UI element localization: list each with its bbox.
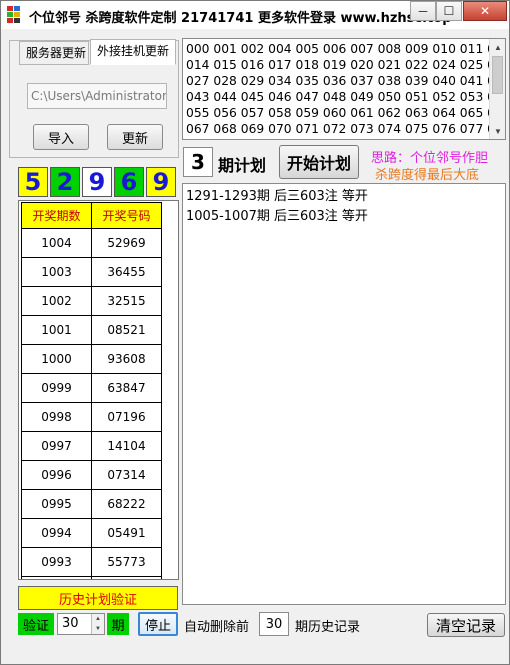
draw-number-cell: 08521 (91, 315, 162, 345)
draw-number-cell: 43570 (91, 576, 162, 579)
draw-number-cell: 93608 (91, 344, 162, 374)
tab-external-update[interactable]: 外接挂机更新 (90, 39, 176, 65)
tab-server-update[interactable]: 服务器更新 (19, 41, 89, 65)
number-line: 014 015 016 017 018 019 020 021 022 024 … (186, 58, 506, 72)
table-row[interactable]: 0995 68222 (21, 489, 162, 519)
digit-4: 6 (114, 167, 144, 197)
history-records-label: 期历史记录 (295, 620, 361, 635)
stepper-up-icon[interactable]: ▲ (91, 614, 104, 624)
title-bar: 个位邻号 杀跨度软件定制 21741741 更多软件登录 www.hzhsc.t… (1, 1, 509, 29)
plan-results-box[interactable]: 1291-1293期 后三603注 等开 1005-1007期 后三603注 等开 (182, 183, 506, 605)
period-cell: 0992 (21, 576, 92, 579)
number-line: 027 028 029 034 035 036 037 038 039 040 … (186, 74, 506, 88)
period-cell: 1004 (21, 228, 92, 258)
table-row[interactable]: 0997 14104 (21, 431, 162, 461)
stop-button[interactable]: 停止 (138, 612, 178, 636)
column-header-period: 开奖期数 (21, 202, 92, 229)
draw-number-cell: 07314 (91, 460, 162, 490)
digit-2: 2 (50, 167, 80, 197)
table-row[interactable]: 1004 52969 (21, 228, 162, 258)
table-row[interactable]: 0996 07314 (21, 460, 162, 490)
number-list-box[interactable]: 000 001 002 004 005 006 007 008 009 010 … (182, 38, 506, 140)
maximize-button[interactable]: ☐ (436, 1, 462, 21)
table-row[interactable]: 1000 93608 (21, 344, 162, 374)
period-cell: 0993 (21, 547, 92, 577)
period-cell: 0998 (21, 402, 92, 432)
maximize-icon: ☐ (443, 4, 455, 18)
number-line: 043 044 045 046 047 048 049 050 051 052 … (186, 90, 506, 104)
period-cell: 1003 (21, 257, 92, 287)
digit-1: 5 (18, 167, 48, 197)
app-logo-icon (7, 6, 23, 24)
result-line: 1005-1007期 后三603注 等开 (186, 209, 368, 224)
draw-number-cell: 05491 (91, 518, 162, 548)
table-row[interactable]: 0998 07196 (21, 402, 162, 432)
draw-history-table[interactable]: 开奖期数 开奖号码 1004 52969 1003 36455 1002 32515 100… (18, 200, 179, 580)
draw-number-cell: 14104 (91, 431, 162, 461)
plan-label: 期计划 (218, 156, 267, 175)
table-row[interactable]: 1001 08521 (21, 315, 162, 345)
stepper-down-icon[interactable]: ▼ (91, 624, 104, 634)
period-cell: 0996 (21, 460, 92, 490)
scroll-up-icon[interactable]: ▲ (490, 39, 505, 55)
keep-periods-input[interactable]: 30 (259, 612, 289, 636)
table-row[interactable]: 0994 05491 (21, 518, 162, 548)
minimize-icon: ─ (418, 4, 428, 18)
period-cell: 0997 (21, 431, 92, 461)
close-button[interactable]: ✕ (463, 1, 507, 21)
window-title: 个位邻号 杀跨度软件定制 21741741 更多软件登录 www.hzhsc.t… (29, 11, 452, 26)
scroll-down-icon[interactable]: ▼ (490, 123, 505, 139)
latest-draw-digits: 5 2 9 6 9 (18, 167, 178, 197)
number-list-text: 000 001 002 004 005 006 007 008 009 010 … (186, 41, 506, 137)
app-window: 个位邻号 杀跨度软件定制 21741741 更多软件登录 www.hzhsc.t… (0, 0, 510, 665)
import-button[interactable]: 导入 (33, 124, 89, 150)
period-unit-label: 期 (107, 613, 129, 635)
verify-periods-stepper[interactable]: 30 ▲ ▼ (57, 613, 105, 635)
table-row[interactable]: 0993 55773 (21, 547, 162, 577)
column-header-number: 开奖号码 (91, 202, 162, 229)
verify-periods-value[interactable]: 30 (62, 616, 79, 631)
file-path-field[interactable]: C:\Users\Administrator\ (27, 83, 167, 109)
period-cell: 0994 (21, 518, 92, 548)
digit-3: 9 (82, 167, 112, 197)
close-icon: ✕ (479, 4, 491, 18)
number-list-scrollbar[interactable]: ▲ ▼ (489, 39, 505, 139)
table-row[interactable]: 1002 32515 (21, 286, 162, 316)
draw-number-cell: 32515 (91, 286, 162, 316)
auto-delete-label: 自动删除前 (184, 620, 250, 635)
period-cell: 0995 (21, 489, 92, 519)
plan-count-field[interactable]: 3 (183, 147, 213, 177)
period-cell: 1001 (21, 315, 92, 345)
period-cell: 1000 (21, 344, 92, 374)
draw-number-cell: 55773 (91, 547, 162, 577)
plan-results-text: 1291-1293期 后三603注 等开 1005-1007期 后三603注 等开 (186, 187, 368, 227)
start-plan-button[interactable]: 开始计划 (279, 145, 359, 179)
verify-label: 验证 (18, 613, 54, 635)
strategy-hint-line2: 杀跨度得最后大底 (375, 168, 480, 183)
period-cell: 1002 (21, 286, 92, 316)
draw-number-cell: 36455 (91, 257, 162, 287)
draw-number-cell: 52969 (91, 228, 162, 258)
refresh-button[interactable]: 更新 (107, 124, 163, 150)
minimize-button[interactable]: ─ (410, 1, 436, 21)
table-row[interactable]: 099243570 (21, 576, 162, 579)
draw-number-cell: 68222 (91, 489, 162, 519)
history-verify-button[interactable]: 历史计划验证 (18, 586, 178, 610)
clear-records-button[interactable]: 清空记录 (427, 613, 505, 637)
number-line: 067 068 069 070 071 072 073 074 075 076 … (186, 122, 506, 136)
table-row[interactable]: 0999 63847 (21, 373, 162, 403)
result-line: 1291-1293期 后三603注 等开 (186, 189, 368, 204)
digit-5: 9 (146, 167, 176, 197)
number-line: 000 001 002 004 005 006 007 008 009 010 … (186, 42, 506, 56)
scroll-thumb[interactable] (492, 56, 503, 94)
period-cell: 0999 (21, 373, 92, 403)
draw-number-cell: 63847 (91, 373, 162, 403)
draw-number-cell: 07196 (91, 402, 162, 432)
table-row[interactable]: 1003 36455 (21, 257, 162, 287)
number-line: 055 056 057 058 059 060 061 062 063 064 … (186, 106, 506, 120)
